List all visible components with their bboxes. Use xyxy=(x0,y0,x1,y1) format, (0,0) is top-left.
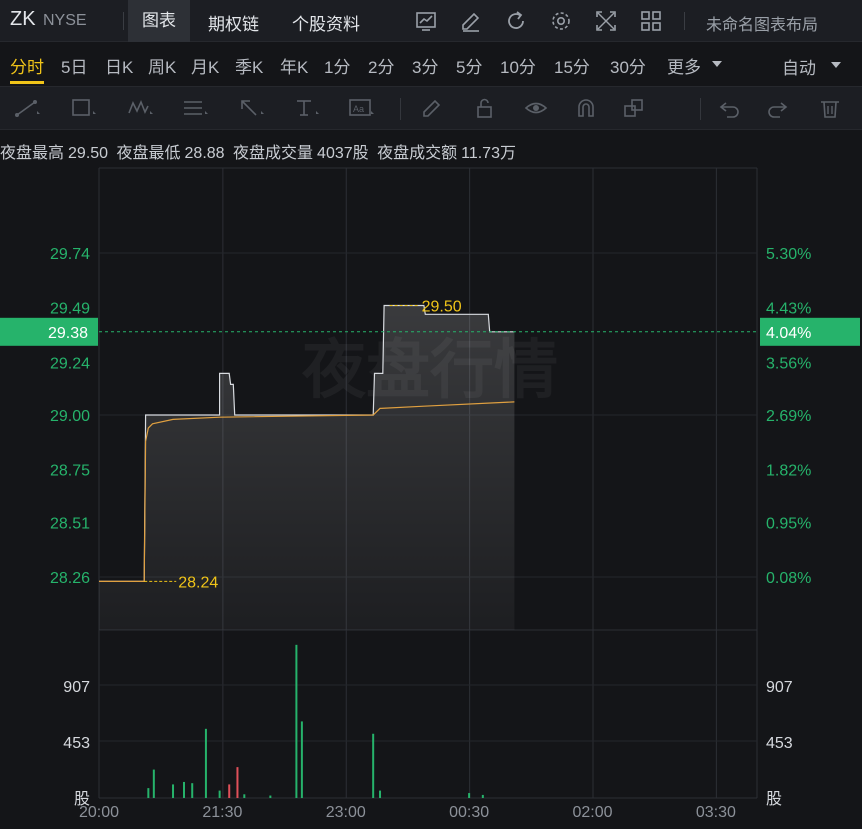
time-axis: 20:00 21:30 23:00 00:30 02:00 03:30 xyxy=(79,804,736,821)
current-percent-label: 4.04% xyxy=(766,325,811,342)
volume-bar xyxy=(379,790,382,798)
high-marker-label: 29.50 xyxy=(422,299,462,316)
percent-tick-label: 5.30% xyxy=(766,246,811,263)
intraday-chart[interactable]: 夜盘行情 29.5028.24 29.7429.4929.2429.0028.7… xyxy=(0,0,862,829)
volume-bar xyxy=(481,794,484,798)
price-tick-label: 29.74 xyxy=(50,246,90,263)
volume-bar xyxy=(191,783,194,798)
volume-bar xyxy=(236,767,239,798)
volume-bars xyxy=(147,644,484,798)
volume-bar xyxy=(468,793,471,798)
volume-bar xyxy=(152,769,155,798)
low-marker-label: 28.24 xyxy=(178,574,218,591)
volume-tick-label: 453 xyxy=(63,735,90,752)
volume-bar xyxy=(243,794,246,798)
percent-tick-label: 0.08% xyxy=(766,570,811,587)
time-tick-label: 20:00 xyxy=(79,804,119,821)
price-tick-label: 29.00 xyxy=(50,408,90,425)
price-tick-label: 29.24 xyxy=(50,355,90,372)
volume-bar xyxy=(228,784,231,798)
time-tick-label: 02:00 xyxy=(572,804,612,821)
volume-tick-label: 907 xyxy=(766,679,793,696)
volume-bar xyxy=(182,781,185,798)
percent-axis: 5.30% 4.43% 3.56% 2.69% 1.82% 0.95% 0.08% xyxy=(766,246,811,587)
volume-bar xyxy=(172,784,175,798)
percent-tick-label: 2.69% xyxy=(766,408,811,425)
volume-bar xyxy=(295,644,298,798)
percent-tick-label: 3.56% xyxy=(766,355,811,372)
volume-bar xyxy=(147,788,150,798)
time-tick-label: 03:30 xyxy=(696,804,736,821)
price-tick-label: 28.75 xyxy=(50,463,90,480)
volume-bar xyxy=(300,721,303,798)
price-tick-label: 28.26 xyxy=(50,570,90,587)
price-tick-label: 28.51 xyxy=(50,515,90,532)
price-axis: 29.74 29.49 29.24 29.00 28.75 28.51 28.26 xyxy=(50,246,90,587)
volume-bar xyxy=(372,733,375,798)
time-tick-label: 23:00 xyxy=(326,804,366,821)
volume-bar xyxy=(218,790,221,798)
time-tick-label: 21:30 xyxy=(202,804,242,821)
volume-tick-label: 股 xyxy=(766,790,782,808)
time-tick-label: 00:30 xyxy=(449,804,489,821)
price-tick-label: 29.49 xyxy=(50,301,90,318)
volume-bar xyxy=(269,795,272,798)
percent-tick-label: 0.95% xyxy=(766,515,811,532)
volume-tick-label: 453 xyxy=(766,735,793,752)
volume-bar xyxy=(204,728,207,798)
percent-tick-label: 1.82% xyxy=(766,463,811,480)
current-price-label: 29.38 xyxy=(48,325,88,342)
percent-tick-label: 4.43% xyxy=(766,301,811,318)
volume-tick-label: 907 xyxy=(63,679,90,696)
